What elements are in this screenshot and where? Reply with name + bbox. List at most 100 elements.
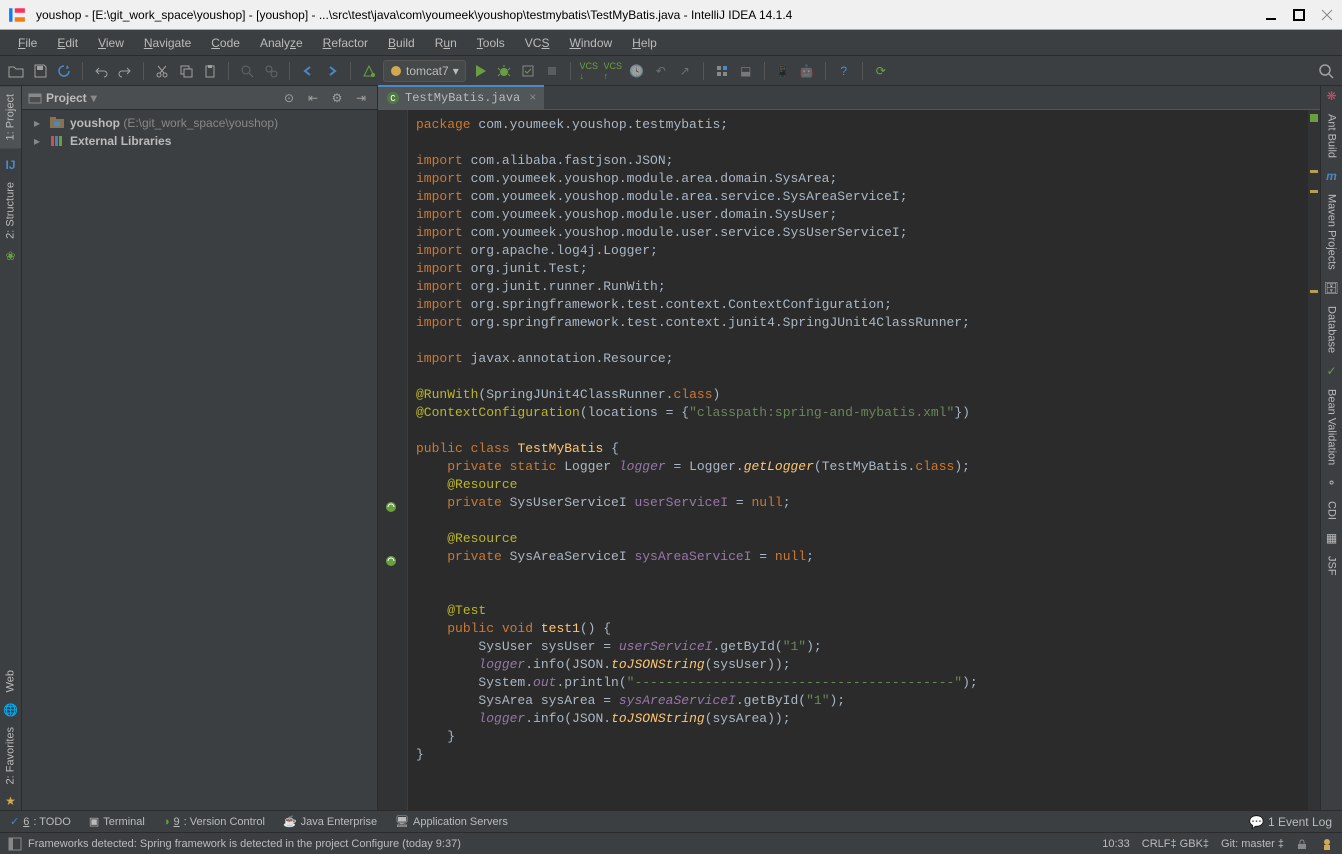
left-tab-project[interactable]: 1: Project	[0, 86, 21, 148]
back-icon[interactable]	[298, 61, 318, 81]
undo-icon[interactable]	[91, 61, 111, 81]
bean-validation-icon: ✓	[1321, 361, 1342, 381]
editor-gutter[interactable]	[378, 110, 408, 810]
push-icon[interactable]: ↗	[675, 61, 695, 81]
copy-icon[interactable]	[176, 61, 196, 81]
hector-icon[interactable]	[1320, 837, 1334, 851]
warning-stripe-mark[interactable]	[1310, 290, 1318, 293]
main-toolbar: tomcat7 ▾ VCS↓ VCS↑ 🕓 ↶ ↗ ⬓ 📱 🤖 ? ⟳	[0, 56, 1342, 86]
project-structure-icon[interactable]	[712, 61, 732, 81]
right-tab-maven[interactable]: Maven Projects	[1321, 186, 1342, 278]
coverage-icon[interactable]	[518, 61, 538, 81]
close-button[interactable]	[1320, 8, 1334, 22]
maven-icon: m	[1321, 166, 1342, 186]
refresh-icon[interactable]	[54, 61, 74, 81]
vcs-update-icon[interactable]: VCS↓	[579, 61, 599, 81]
hide-icon[interactable]: ⇥	[351, 88, 371, 108]
run-button[interactable]	[470, 61, 490, 81]
forward-icon[interactable]	[322, 61, 342, 81]
menu-build[interactable]: Build	[380, 33, 423, 53]
paste-icon[interactable]	[200, 61, 220, 81]
menu-code[interactable]: Code	[203, 33, 248, 53]
bottom-tab-vcs[interactable]: ◑9: Version Control	[163, 816, 265, 828]
menu-help[interactable]: Help	[624, 33, 665, 53]
cut-icon[interactable]	[152, 61, 172, 81]
bottom-tab-appservers[interactable]: 🖥Application Servers	[395, 815, 508, 828]
tool-window-toggle-icon[interactable]	[8, 837, 22, 851]
spring-bean-gutter-icon[interactable]	[384, 500, 398, 514]
menu-view[interactable]: View	[90, 33, 132, 53]
bottom-tab-todo[interactable]: ✓6: 6: TODOTODO	[10, 815, 71, 828]
menu-edit[interactable]: Edit	[49, 33, 86, 53]
save-all-icon[interactable]	[30, 61, 50, 81]
replace-icon[interactable]	[261, 61, 281, 81]
status-bar: Frameworks detected: Spring framework is…	[0, 832, 1342, 854]
intellij-logo-icon	[8, 6, 26, 24]
search-everywhere-icon[interactable]	[1316, 61, 1336, 81]
bottom-tab-javaee[interactable]: ☕Java Enterprise	[283, 815, 377, 828]
avd-icon[interactable]: 📱	[773, 61, 793, 81]
caret-position[interactable]: 10:33	[1102, 838, 1130, 850]
make-icon[interactable]	[359, 61, 379, 81]
left-tab-web[interactable]: Web	[0, 662, 21, 700]
error-stripe[interactable]	[1308, 110, 1320, 810]
menu-bar: File Edit View Navigate Code Analyze Ref…	[0, 30, 1342, 56]
sdk-icon[interactable]: ⬓	[736, 61, 756, 81]
vcs-commit-icon[interactable]: VCS↑	[603, 61, 623, 81]
menu-navigate[interactable]: Navigate	[136, 33, 199, 53]
project-view-icon	[28, 91, 42, 105]
editor-tabs: C TestMyBatis.java ×	[378, 86, 1320, 110]
history-icon[interactable]: 🕓	[627, 61, 647, 81]
left-tab-favorites[interactable]: 2: Favorites	[0, 719, 21, 792]
redo-icon[interactable]	[115, 61, 135, 81]
help-icon[interactable]: ?	[834, 61, 854, 81]
lock-icon[interactable]	[1296, 838, 1308, 850]
project-panel-title[interactable]: Project ▾	[28, 91, 273, 105]
menu-run[interactable]: Run	[427, 33, 465, 53]
menu-vcs[interactable]: VCS	[517, 33, 558, 53]
revert-icon[interactable]: ↶	[651, 61, 671, 81]
warning-stripe-mark[interactable]	[1310, 170, 1318, 173]
stop-icon[interactable]	[542, 61, 562, 81]
right-tab-cdi[interactable]: CDI	[1321, 493, 1342, 528]
left-tab-structure[interactable]: 2: Structure	[0, 174, 21, 247]
code-editor[interactable]: package com.youmeek.youshop.testmybatis;…	[408, 110, 1320, 810]
window-title: youshop - [E:\git_work_space\youshop] - …	[36, 8, 1264, 22]
run-configuration-select[interactable]: tomcat7 ▾	[383, 60, 466, 82]
bottom-tab-terminal[interactable]: ▣Terminal	[89, 815, 145, 828]
right-tab-bean-validation[interactable]: Bean Validation	[1321, 381, 1342, 473]
debug-button[interactable]	[494, 61, 514, 81]
menu-file[interactable]: File	[10, 33, 45, 53]
tree-item-youshop[interactable]: ▸ youshop (E:\git_work_space\youshop)	[22, 114, 377, 132]
collapse-all-icon[interactable]: ⇤	[303, 88, 323, 108]
event-log-button[interactable]: 💬1 Event Log	[1249, 815, 1332, 829]
find-icon[interactable]	[237, 61, 257, 81]
tree-detail: (E:\git_work_space\youshop)	[123, 116, 278, 130]
menu-tools[interactable]: Tools	[469, 33, 513, 53]
right-tab-database[interactable]: Database	[1321, 298, 1342, 361]
svg-text:C: C	[390, 94, 396, 104]
database-icon: 🗄	[1321, 278, 1342, 298]
git-branch-indicator[interactable]: Git: master ‡	[1221, 838, 1284, 850]
scroll-from-source-icon[interactable]: ⊙	[279, 88, 299, 108]
menu-window[interactable]: Window	[561, 33, 620, 53]
run-config-label: tomcat7	[406, 64, 449, 78]
open-icon[interactable]	[6, 61, 26, 81]
tree-item-external-libs[interactable]: ▸ External Libraries	[22, 132, 377, 150]
module-folder-icon	[50, 116, 64, 130]
close-tab-icon[interactable]: ×	[529, 91, 536, 105]
android-icon[interactable]: 🤖	[797, 61, 817, 81]
warning-stripe-mark[interactable]	[1310, 190, 1318, 193]
menu-refactor[interactable]: Refactor	[315, 33, 376, 53]
editor-tab[interactable]: C TestMyBatis.java ×	[378, 85, 544, 109]
jrebel-icon[interactable]: ⟳	[871, 61, 891, 81]
bottom-tool-stripe: ✓6: 6: TODOTODO ▣Terminal ◑9: Version Co…	[0, 810, 1342, 832]
menu-analyze[interactable]: Analyze	[252, 33, 311, 53]
settings-gear-icon[interactable]: ⚙	[327, 88, 347, 108]
encoding-indicator[interactable]: CRLF‡ GBK‡	[1142, 838, 1209, 850]
right-tab-jsf[interactable]: JSF	[1321, 548, 1342, 584]
right-tab-ant[interactable]: Ant Build	[1321, 106, 1342, 166]
spring-bean-gutter-icon[interactable]	[384, 554, 398, 568]
minimize-button[interactable]	[1264, 8, 1278, 22]
maximize-button[interactable]	[1292, 8, 1306, 22]
